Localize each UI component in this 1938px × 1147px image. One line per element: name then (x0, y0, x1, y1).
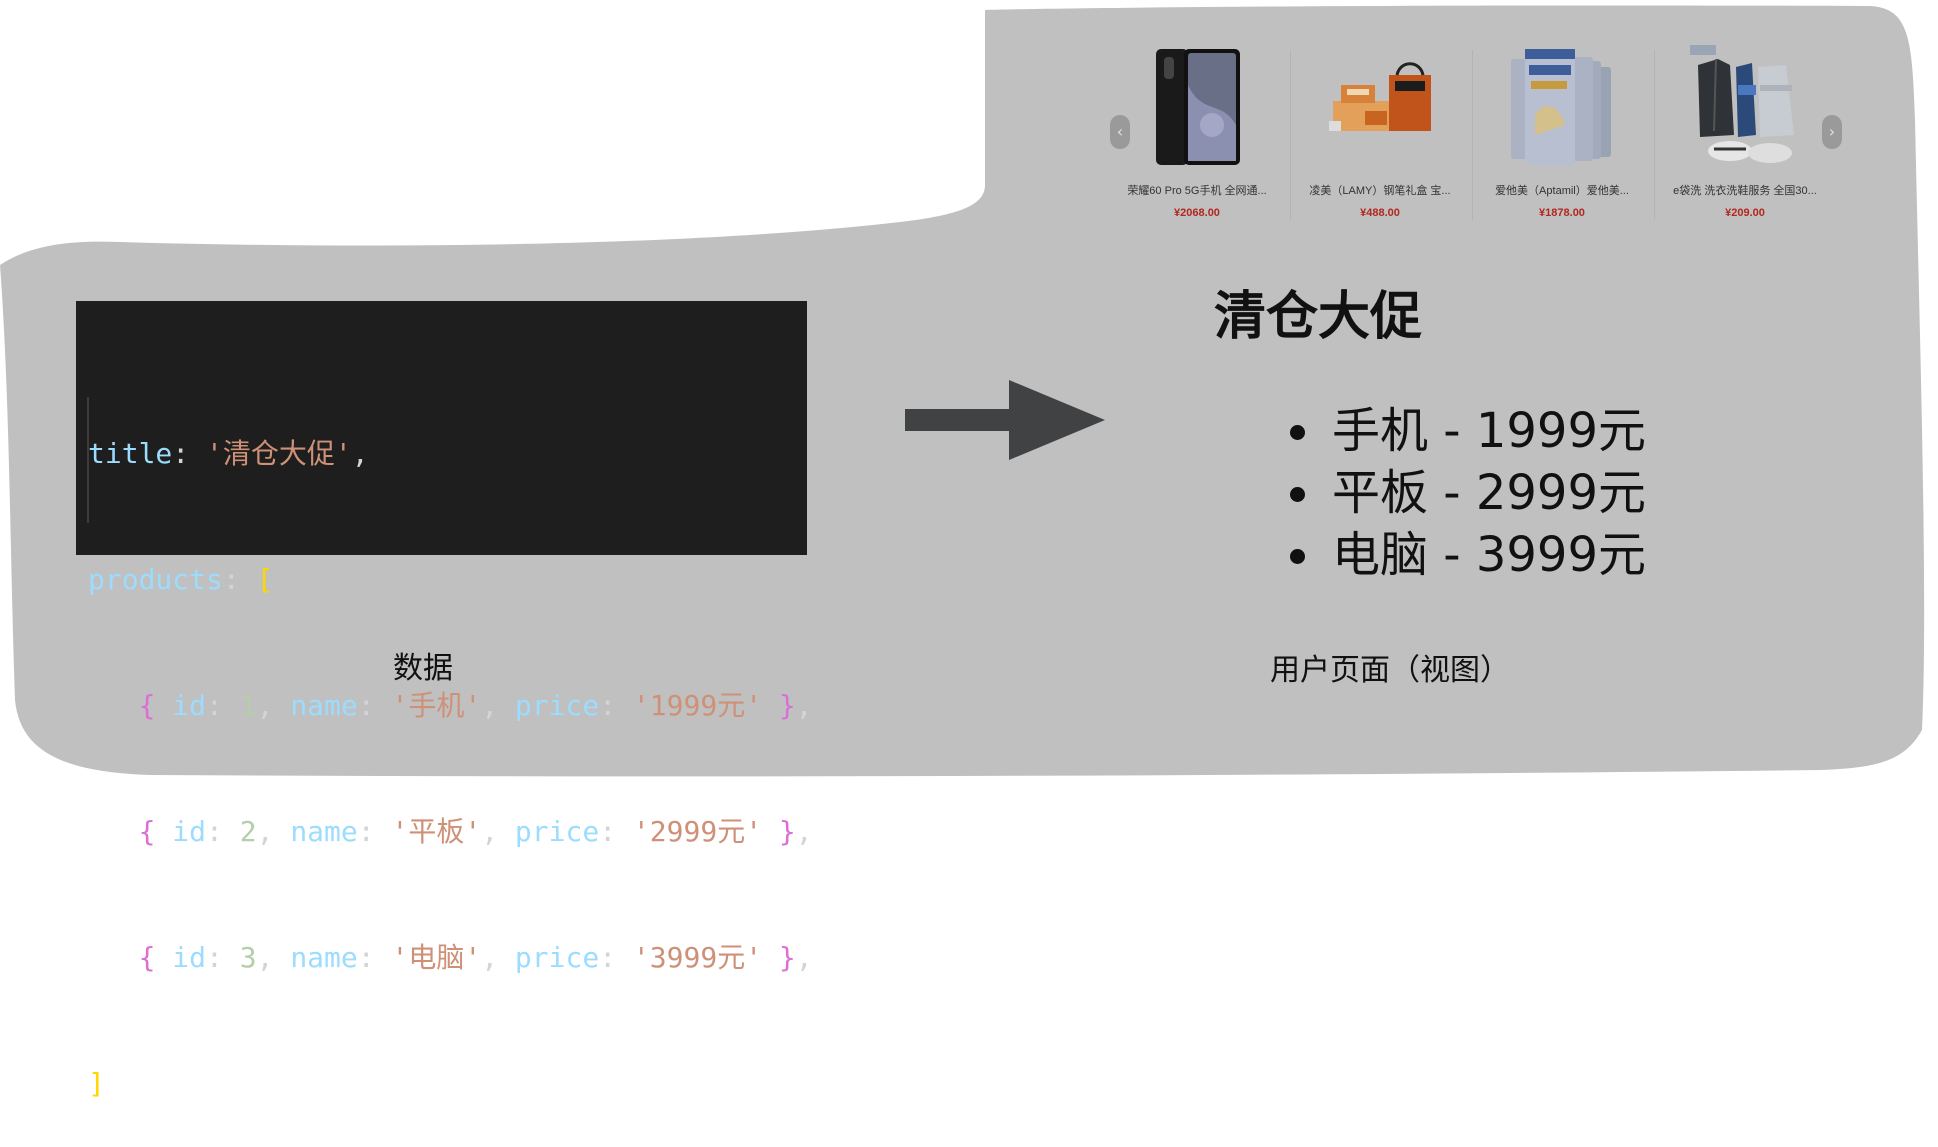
code-item-id: 1 (239, 689, 257, 722)
product-price: ¥2068.00 (1174, 207, 1220, 219)
code-item-id: 2 (239, 815, 257, 848)
product-name: 荣耀60 Pro 5G手机 全网通... (1127, 185, 1267, 197)
product-carousel: ‹ › 荣耀60 Pro 5G手机 全网通... ¥2068.00 凌美（LAM… (1110, 40, 1845, 230)
caption-view: 用户页面（视图） (1270, 653, 1510, 688)
list-item: 手机 - 1999元 (1290, 400, 1646, 462)
list-item-text: 电脑 - 3999元 (1332, 527, 1646, 583)
laundry-image (1690, 45, 1794, 163)
product-price: ¥1878.00 (1539, 207, 1585, 219)
code-line-close: ] (88, 1067, 105, 1100)
product-card[interactable]: 荣耀60 Pro 5G手机 全网通... ¥2068.00 (1122, 40, 1272, 230)
list-item: 电脑 - 3999元 (1290, 524, 1646, 586)
bullet-icon (1290, 425, 1305, 440)
code-item-id: 3 (239, 941, 257, 974)
product-name: 凌美（LAMY）钢笔礼盒 宝... (1309, 185, 1451, 197)
product-card[interactable]: 爱他美（Aptamil）爱他美... ¥1878.00 (1487, 40, 1637, 230)
product-card[interactable]: 凌美（LAMY）钢笔礼盒 宝... ¥488.00 (1305, 40, 1455, 230)
code-title-key: title (88, 437, 173, 470)
code-item-name: '电脑' (391, 941, 482, 974)
phone-image (1156, 49, 1240, 165)
code-item-price: '3999元' (632, 941, 763, 974)
code-line-item: { id: 3, name: '电脑', price: '3999元' }, (138, 941, 813, 974)
product-price: ¥209.00 (1725, 207, 1765, 219)
list-item: 平板 - 2999元 (1290, 462, 1646, 524)
gift-box-image (1329, 62, 1431, 131)
carousel-next-button[interactable]: › (1822, 115, 1842, 149)
code-panel: title: '清仓大促', products: [ { id: 1, name… (76, 301, 813, 1100)
code-line-item: { id: 2, name: '平板', price: '2999元' }, (138, 815, 813, 848)
product-name: 爱他美（Aptamil）爱他美... (1495, 185, 1629, 197)
code-line-item: { id: 1, name: '手机', price: '1999元' }, (138, 689, 813, 722)
bullet-icon (1290, 487, 1305, 502)
product-name: e袋洗 洗衣洗鞋服务 全国30... (1673, 185, 1817, 197)
list-item-text: 手机 - 1999元 (1332, 403, 1646, 459)
view-title: 清仓大促 (1214, 287, 1423, 347)
code-products-key: products (88, 563, 223, 596)
milk-powder-image (1511, 49, 1611, 165)
code-title-value: '清仓大促' (206, 437, 352, 470)
code-line-title: title: '清仓大促', (88, 437, 369, 470)
view-list: 手机 - 1999元 平板 - 2999元 电脑 - 3999元 (1290, 400, 1646, 586)
product-price: ¥488.00 (1360, 207, 1400, 219)
code-item-price: '2999元' (632, 815, 763, 848)
product-card[interactable]: e袋洗 洗衣洗鞋服务 全国30... ¥209.00 (1670, 40, 1820, 230)
code-item-name: '手机' (391, 689, 482, 722)
code-item-price: '1999元' (632, 689, 763, 722)
bullet-icon (1290, 549, 1305, 564)
code-line-products: products: [ (88, 563, 274, 596)
code-item-name: '平板' (391, 815, 482, 848)
list-item-text: 平板 - 2999元 (1332, 465, 1646, 521)
right-arrow-icon (905, 380, 1105, 460)
caption-data: 数据 (393, 651, 453, 686)
